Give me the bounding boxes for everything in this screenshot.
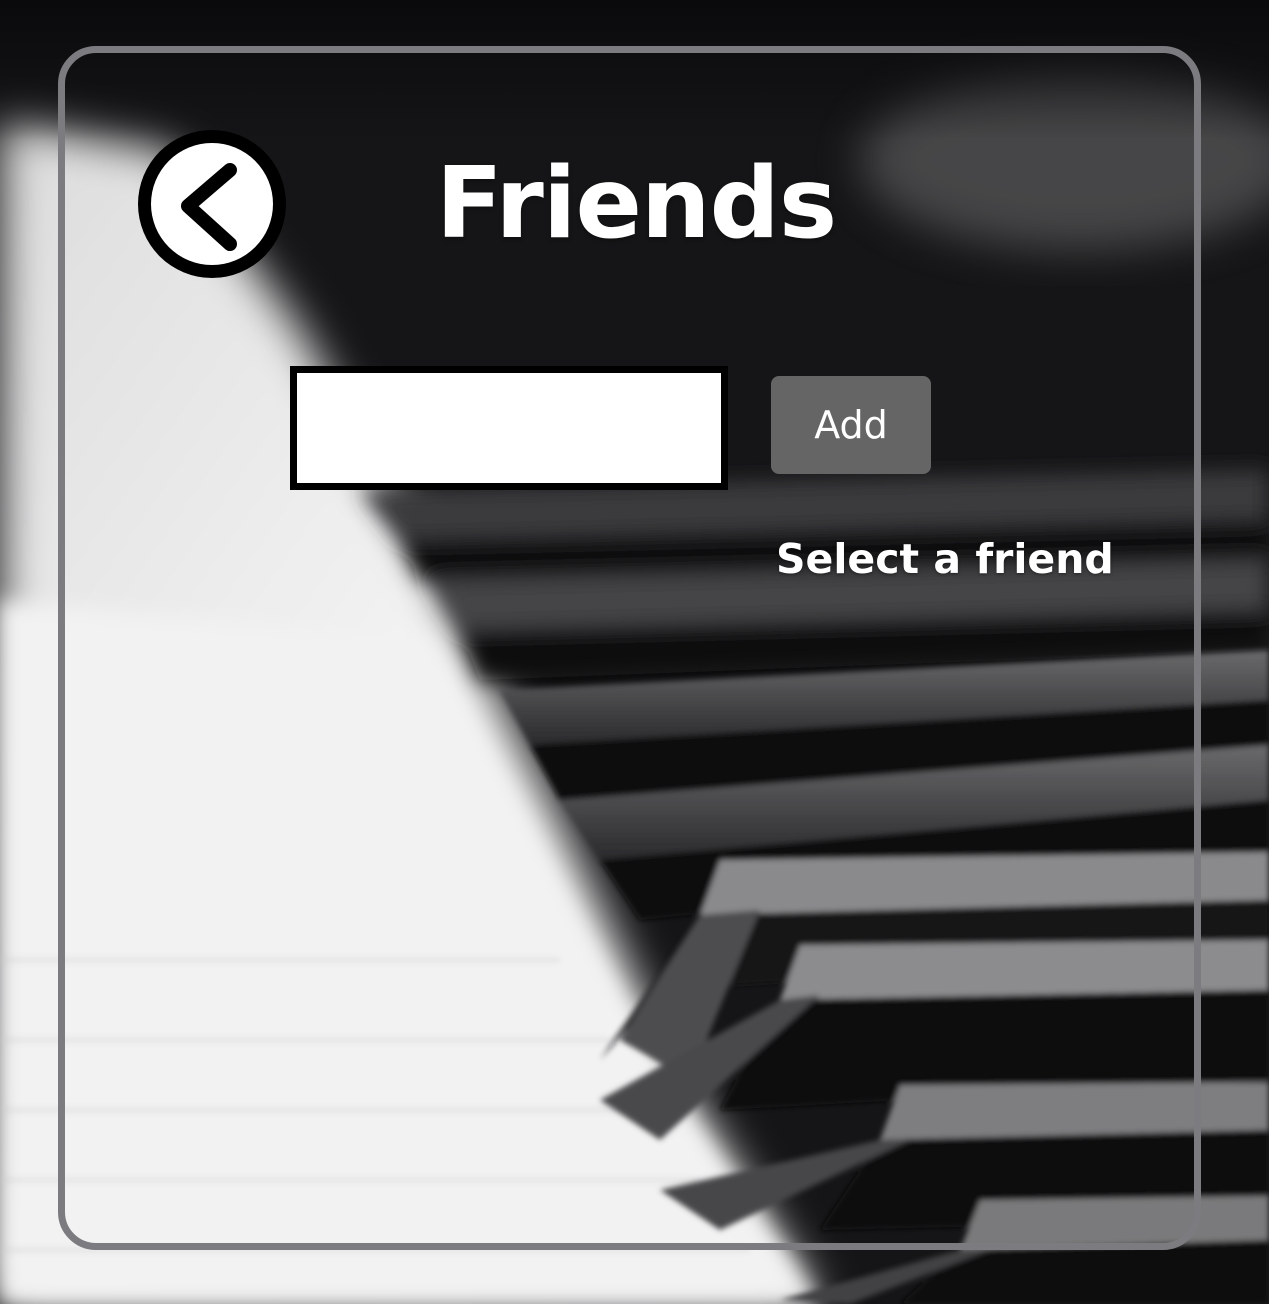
page-title: Friends [435, 147, 837, 261]
back-button[interactable] [138, 130, 286, 278]
select-friend-label: Select a friend [776, 535, 1114, 583]
add-friend-button[interactable]: Add [771, 376, 931, 474]
chevron-left-icon [181, 163, 237, 251]
friend-name-input[interactable] [290, 366, 728, 490]
